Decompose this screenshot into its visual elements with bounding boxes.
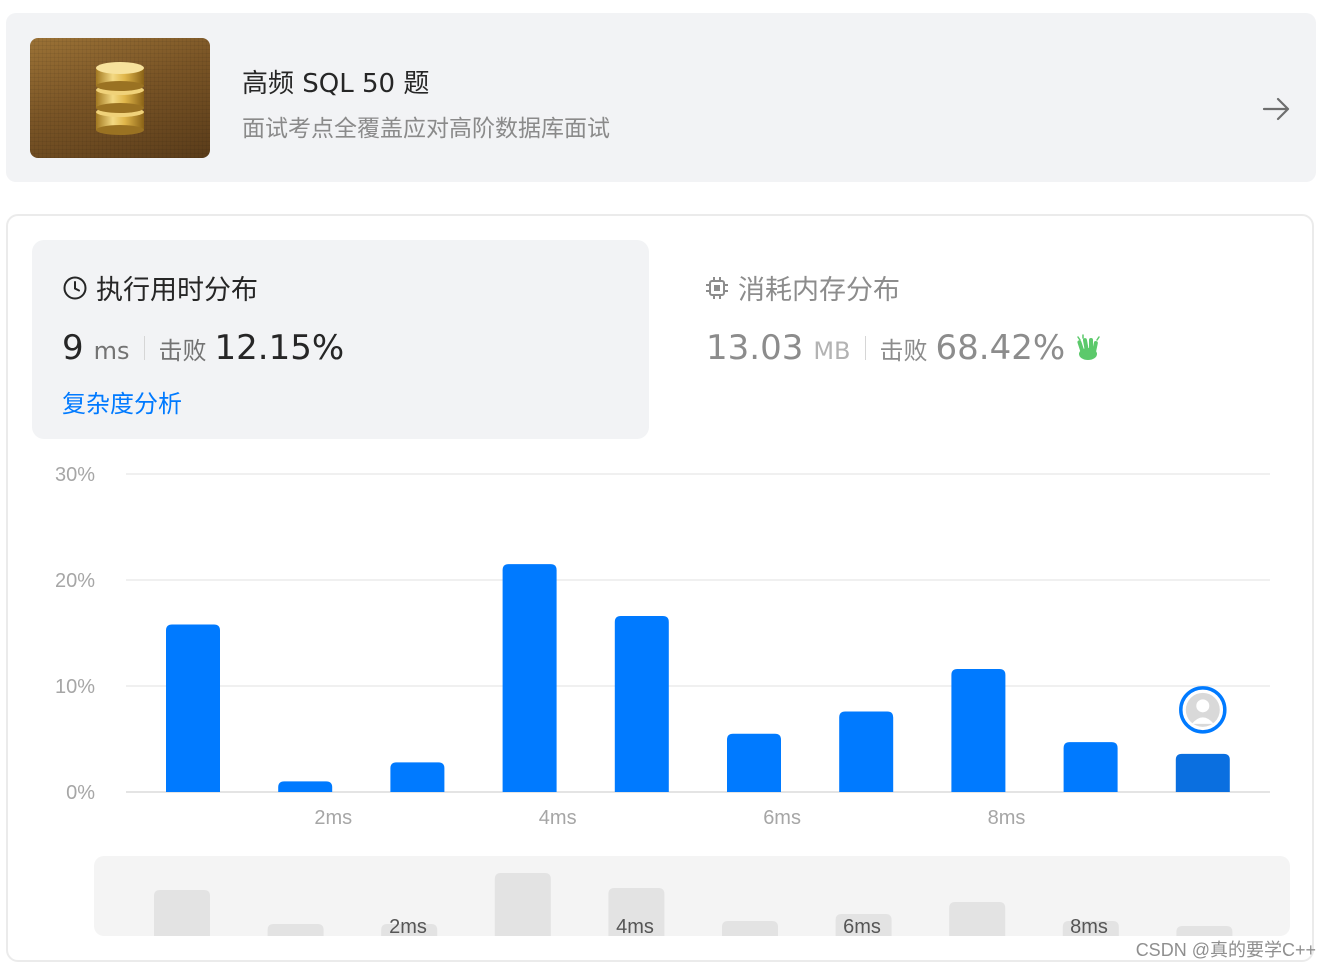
- overview-bar: [722, 921, 778, 936]
- y-tick-label: 0%: [66, 782, 95, 804]
- x-tick-label: 6ms: [763, 807, 801, 829]
- overview-bar: [1176, 926, 1233, 936]
- overview-tick-label: 8ms: [1070, 916, 1108, 938]
- overview-bar: [267, 924, 324, 936]
- overview-bar: [494, 873, 551, 936]
- y-tick-label: 20%: [55, 570, 95, 592]
- chart-bar[interactable]: [951, 669, 1006, 792]
- x-tick-label: 4ms: [539, 807, 577, 829]
- overview-bar: [949, 902, 1006, 936]
- chart-bar[interactable]: [614, 616, 669, 792]
- chart-bar[interactable]: [502, 564, 557, 792]
- overview-bar: [154, 890, 210, 936]
- chart-bar[interactable]: [839, 711, 894, 792]
- chart-bar[interactable]: [727, 733, 781, 792]
- overview-tick-label: 4ms: [616, 916, 654, 938]
- chart-bar[interactable]: [390, 762, 445, 792]
- avatar-head: [1196, 699, 1210, 713]
- overview-tick-label: 6ms: [843, 916, 881, 938]
- selected-bar[interactable]: [1175, 753, 1230, 792]
- x-tick-label: 2ms: [314, 807, 352, 829]
- chart-bar[interactable]: [1063, 742, 1118, 792]
- y-tick-label: 10%: [55, 676, 95, 698]
- x-tick-label: 8ms: [988, 807, 1026, 829]
- chart-bar[interactable]: [278, 781, 333, 792]
- watermark: CSDN @真的要学C++: [1135, 940, 1316, 960]
- overview-tick-label: 2ms: [389, 916, 427, 938]
- chart-bar[interactable]: [166, 624, 220, 792]
- y-tick-label: 30%: [55, 464, 95, 486]
- runtime-distribution-chart: 0% 10% 20% 30% 2ms 4ms 6ms 8ms 2ms 4ms 6ms 8ms: [55, 464, 1290, 938]
